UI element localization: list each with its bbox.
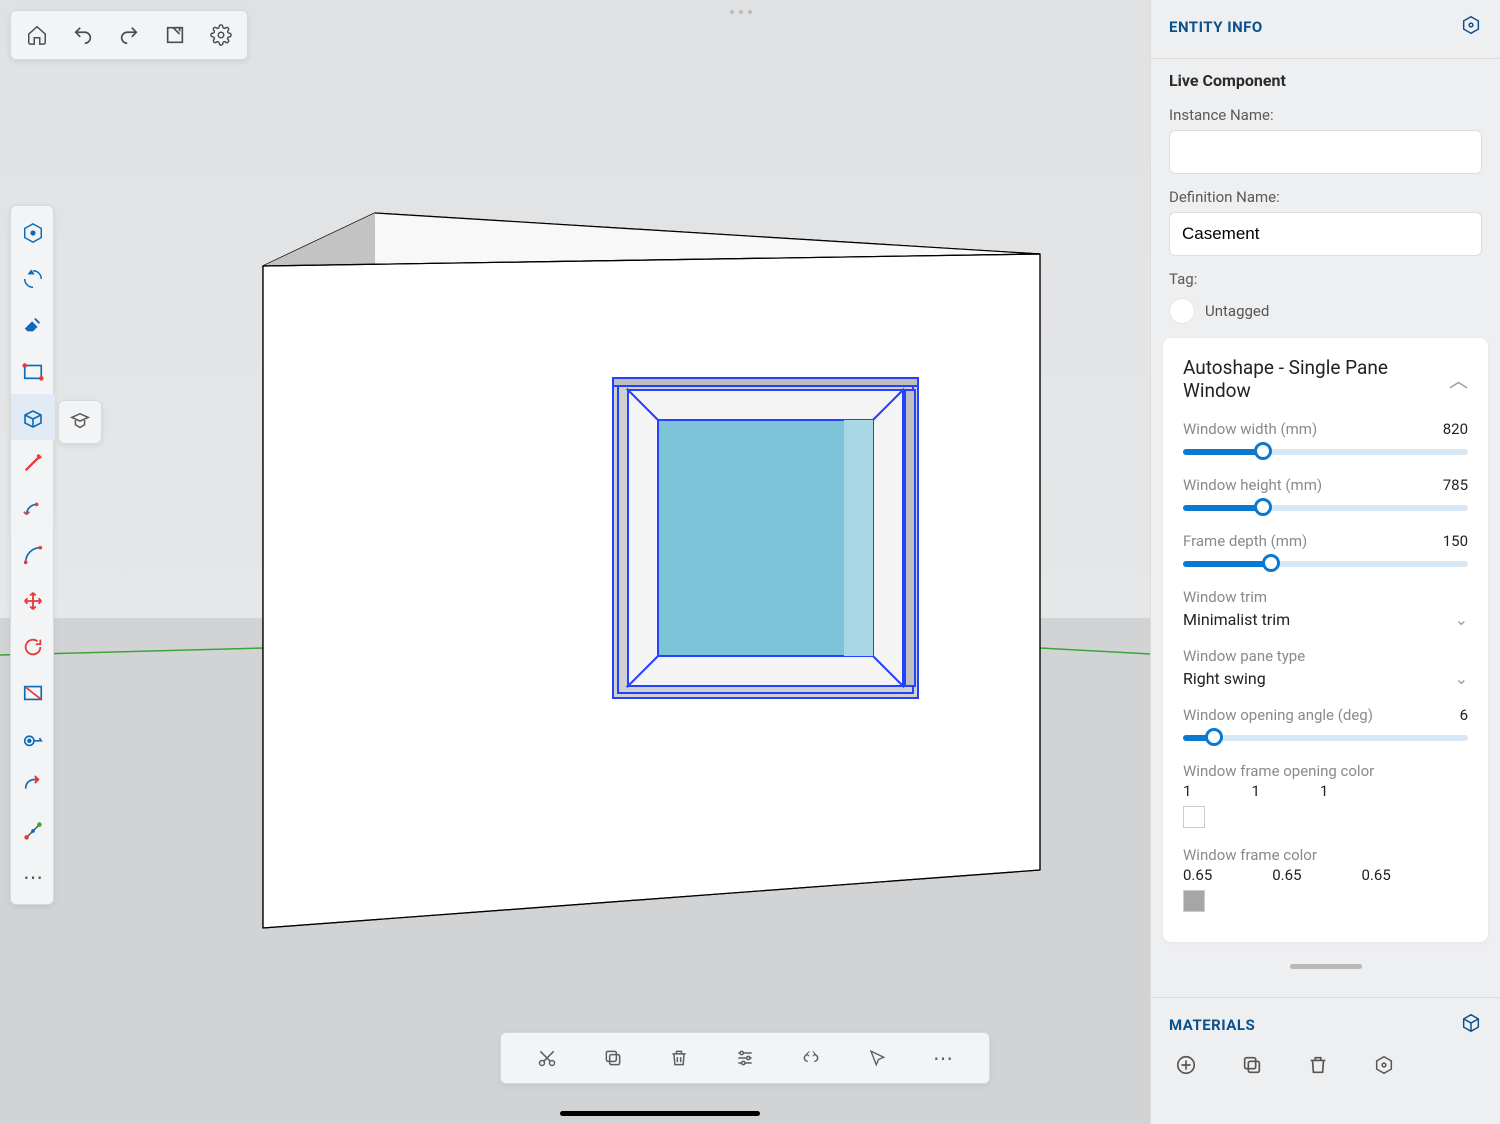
scene-svg	[0, 0, 1150, 1124]
frame-b: 0.65	[1362, 866, 1391, 884]
right-panel: ENTITY INFO Live Component Instance Name…	[1150, 0, 1500, 1124]
window-width-label: Window width (mm)	[1183, 420, 1317, 438]
window-width-slider[interactable]	[1183, 444, 1468, 458]
tool-offset[interactable]	[11, 486, 55, 532]
tool-eraser[interactable]	[11, 302, 55, 348]
import-button[interactable]	[152, 14, 198, 56]
home-button[interactable]	[14, 14, 60, 56]
tool-followme[interactable]	[11, 762, 55, 808]
tool-more[interactable]: ⋯	[11, 854, 55, 900]
tool-line[interactable]	[11, 440, 55, 486]
window-height-value: 785	[1443, 476, 1468, 494]
panel-resize-handle[interactable]	[1290, 964, 1362, 969]
tool-arc[interactable]	[11, 532, 55, 578]
frame-opening-color-label: Window frame opening color	[1183, 762, 1374, 780]
tag-label: Tag:	[1169, 270, 1482, 288]
frame-opening-swatch[interactable]	[1183, 806, 1205, 828]
top-toolbar	[10, 10, 248, 60]
tool-iso-view[interactable]	[11, 210, 55, 256]
window-trim-label: Window trim	[1183, 588, 1267, 606]
entity-info-collapse-icon[interactable]	[1460, 14, 1482, 40]
bottom-toolbar: ⋯	[500, 1032, 990, 1084]
copy-button[interactable]	[585, 1039, 641, 1077]
instance-name-field[interactable]	[1169, 130, 1482, 174]
delete-material-button[interactable]	[1307, 1054, 1329, 1080]
redo-button[interactable]	[106, 14, 152, 56]
viewport-3d[interactable]	[0, 0, 1150, 1124]
window-trim-value: Minimalist trim	[1183, 610, 1290, 629]
tool-flyout-instructor[interactable]	[58, 400, 102, 444]
window-angle-label: Window opening angle (deg)	[1183, 706, 1373, 724]
delete-button[interactable]	[651, 1039, 707, 1077]
window-pane-type-label: Window pane type	[1183, 647, 1305, 665]
autoshape-title: Autoshape - Single Pane Window	[1183, 356, 1449, 402]
frame-opening-g: 1	[1251, 782, 1259, 800]
ungroup-button[interactable]	[783, 1039, 839, 1077]
window-component	[613, 378, 918, 698]
undo-button[interactable]	[60, 14, 106, 56]
settings-button[interactable]	[198, 14, 244, 56]
duplicate-material-button[interactable]	[1241, 1054, 1263, 1080]
frame-swatch[interactable]	[1183, 890, 1205, 912]
properties-button[interactable]	[717, 1039, 773, 1077]
chevron-down-icon: ⌄	[1455, 610, 1468, 629]
tool-orbit[interactable]	[11, 256, 55, 302]
frame-depth-slider[interactable]	[1183, 556, 1468, 570]
tool-pushpull[interactable]	[11, 394, 55, 440]
definition-name-label: Definition Name:	[1169, 188, 1482, 206]
window-pane-type-value: Right swing	[1183, 669, 1266, 688]
material-settings-button[interactable]	[1373, 1054, 1395, 1080]
window-height-label: Window height (mm)	[1183, 476, 1322, 494]
frame-opening-r: 1	[1183, 782, 1191, 800]
frame-color-label: Window frame color	[1183, 846, 1317, 864]
window-pane-type-dropdown[interactable]: Right swing ⌄	[1183, 669, 1468, 688]
frame-opening-b: 1	[1320, 782, 1328, 800]
tool-paint[interactable]	[11, 670, 55, 716]
frame-depth-label: Frame depth (mm)	[1183, 532, 1307, 550]
frame-depth-value: 150	[1443, 532, 1468, 550]
autoshape-card: Autoshape - Single Pane Window ︿ Window …	[1163, 338, 1488, 942]
window-height-slider[interactable]	[1183, 500, 1468, 514]
instance-name-label: Instance Name:	[1169, 106, 1482, 124]
tag-color-swatch[interactable]	[1169, 298, 1195, 324]
tool-rectangle[interactable]	[11, 348, 55, 394]
tool-tape[interactable]	[11, 716, 55, 762]
tag-value[interactable]: Untagged	[1205, 302, 1269, 320]
window-trim-dropdown[interactable]: Minimalist trim ⌄	[1183, 610, 1468, 629]
autoshape-collapse-icon[interactable]: ︿	[1449, 366, 1468, 393]
window-angle-value: 6	[1460, 706, 1468, 724]
window-width-value: 820	[1443, 420, 1468, 438]
left-toolbar: ⋯	[10, 205, 54, 905]
materials-cube-icon[interactable]	[1460, 1012, 1482, 1038]
definition-name-field[interactable]	[1169, 212, 1482, 256]
home-indicator	[560, 1111, 760, 1116]
window-angle-slider[interactable]	[1183, 730, 1468, 744]
window-drag-handle[interactable]	[730, 10, 752, 14]
tool-move[interactable]	[11, 578, 55, 624]
select-button[interactable]	[849, 1039, 905, 1077]
tool-rotate[interactable]	[11, 624, 55, 670]
entity-info-title: ENTITY INFO	[1169, 18, 1263, 36]
cut-button[interactable]	[519, 1039, 575, 1077]
frame-g: 0.65	[1272, 866, 1301, 884]
chevron-down-icon: ⌄	[1455, 669, 1468, 688]
add-material-button[interactable]	[1175, 1054, 1197, 1080]
materials-title: MATERIALS	[1169, 1016, 1255, 1034]
tool-scale[interactable]	[11, 808, 55, 854]
live-component-label: Live Component	[1169, 71, 1482, 90]
frame-r: 0.65	[1183, 866, 1212, 884]
more-button[interactable]: ⋯	[915, 1039, 971, 1077]
